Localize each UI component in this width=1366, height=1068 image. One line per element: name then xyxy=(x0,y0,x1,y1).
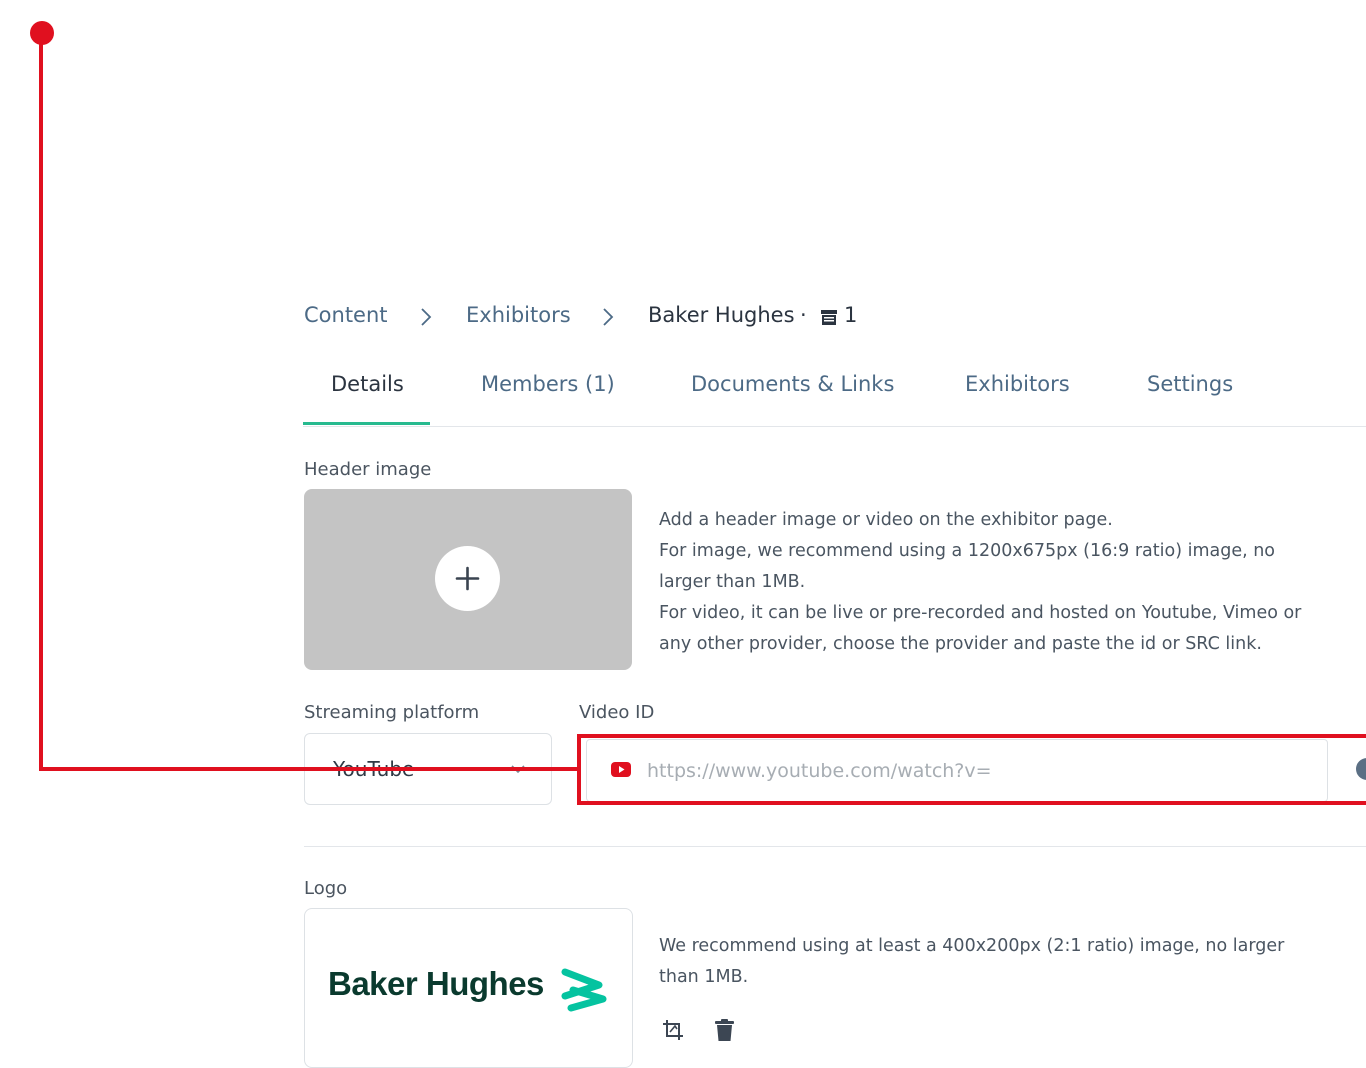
logo-info-line: than 1MB. xyxy=(659,967,749,987)
logo-info-line: We recommend using at least a 400x200px … xyxy=(659,936,1285,956)
header-info-line: For image, we recommend using a 1200x675… xyxy=(659,541,1276,561)
tab-settings[interactable]: Settings xyxy=(1147,372,1233,396)
header-info-line: For video, it can be live or pre-recorde… xyxy=(659,603,1302,623)
header-info-line: Add a header image or video on the exhib… xyxy=(659,510,1113,530)
tab-exhibitors[interactable]: Exhibitors xyxy=(965,372,1070,396)
header-info-line: any other provider, choose the provider … xyxy=(659,634,1262,654)
logo-upload[interactable]: Baker Hughes xyxy=(304,908,633,1068)
tab-details[interactable]: Details xyxy=(331,372,404,396)
trash-icon[interactable] xyxy=(715,1019,734,1041)
breadcrumb-current: Baker Hughes xyxy=(648,303,795,327)
brand-logo-mark-icon xyxy=(561,968,607,1012)
tab-divider xyxy=(303,426,1366,427)
breadcrumb-item-exhibitors[interactable]: Exhibitors xyxy=(466,303,571,327)
booth-icon xyxy=(821,310,837,325)
booth-number: 1 xyxy=(844,303,858,327)
crop-icon[interactable] xyxy=(662,1019,684,1041)
annotation-highlight xyxy=(577,734,1366,805)
video-id-label: Video ID xyxy=(579,702,655,723)
tab-members[interactable]: Members (1) xyxy=(481,372,615,396)
tab-documents-links[interactable]: Documents & Links xyxy=(691,372,894,396)
breadcrumb-item-content[interactable]: Content xyxy=(304,303,388,327)
breadcrumb-separator: · xyxy=(800,303,807,327)
logo-label: Logo xyxy=(304,878,348,899)
annotation-connector-horizontal xyxy=(39,767,579,771)
header-image-upload[interactable] xyxy=(304,489,632,670)
annotation-connector-vertical xyxy=(39,33,43,771)
header-image-label: Header image xyxy=(304,459,432,480)
section-divider xyxy=(304,846,1366,847)
plus-icon xyxy=(455,566,480,591)
annotation-dot xyxy=(30,21,54,45)
chevron-right-icon xyxy=(421,308,432,326)
header-info-line: larger than 1MB. xyxy=(659,572,806,592)
active-tab-indicator xyxy=(303,422,430,425)
chevron-right-icon xyxy=(603,308,614,326)
brand-logo-text: Baker Hughes xyxy=(328,965,544,1002)
add-header-image-button[interactable] xyxy=(435,546,500,611)
streaming-platform-label: Streaming platform xyxy=(304,702,480,723)
